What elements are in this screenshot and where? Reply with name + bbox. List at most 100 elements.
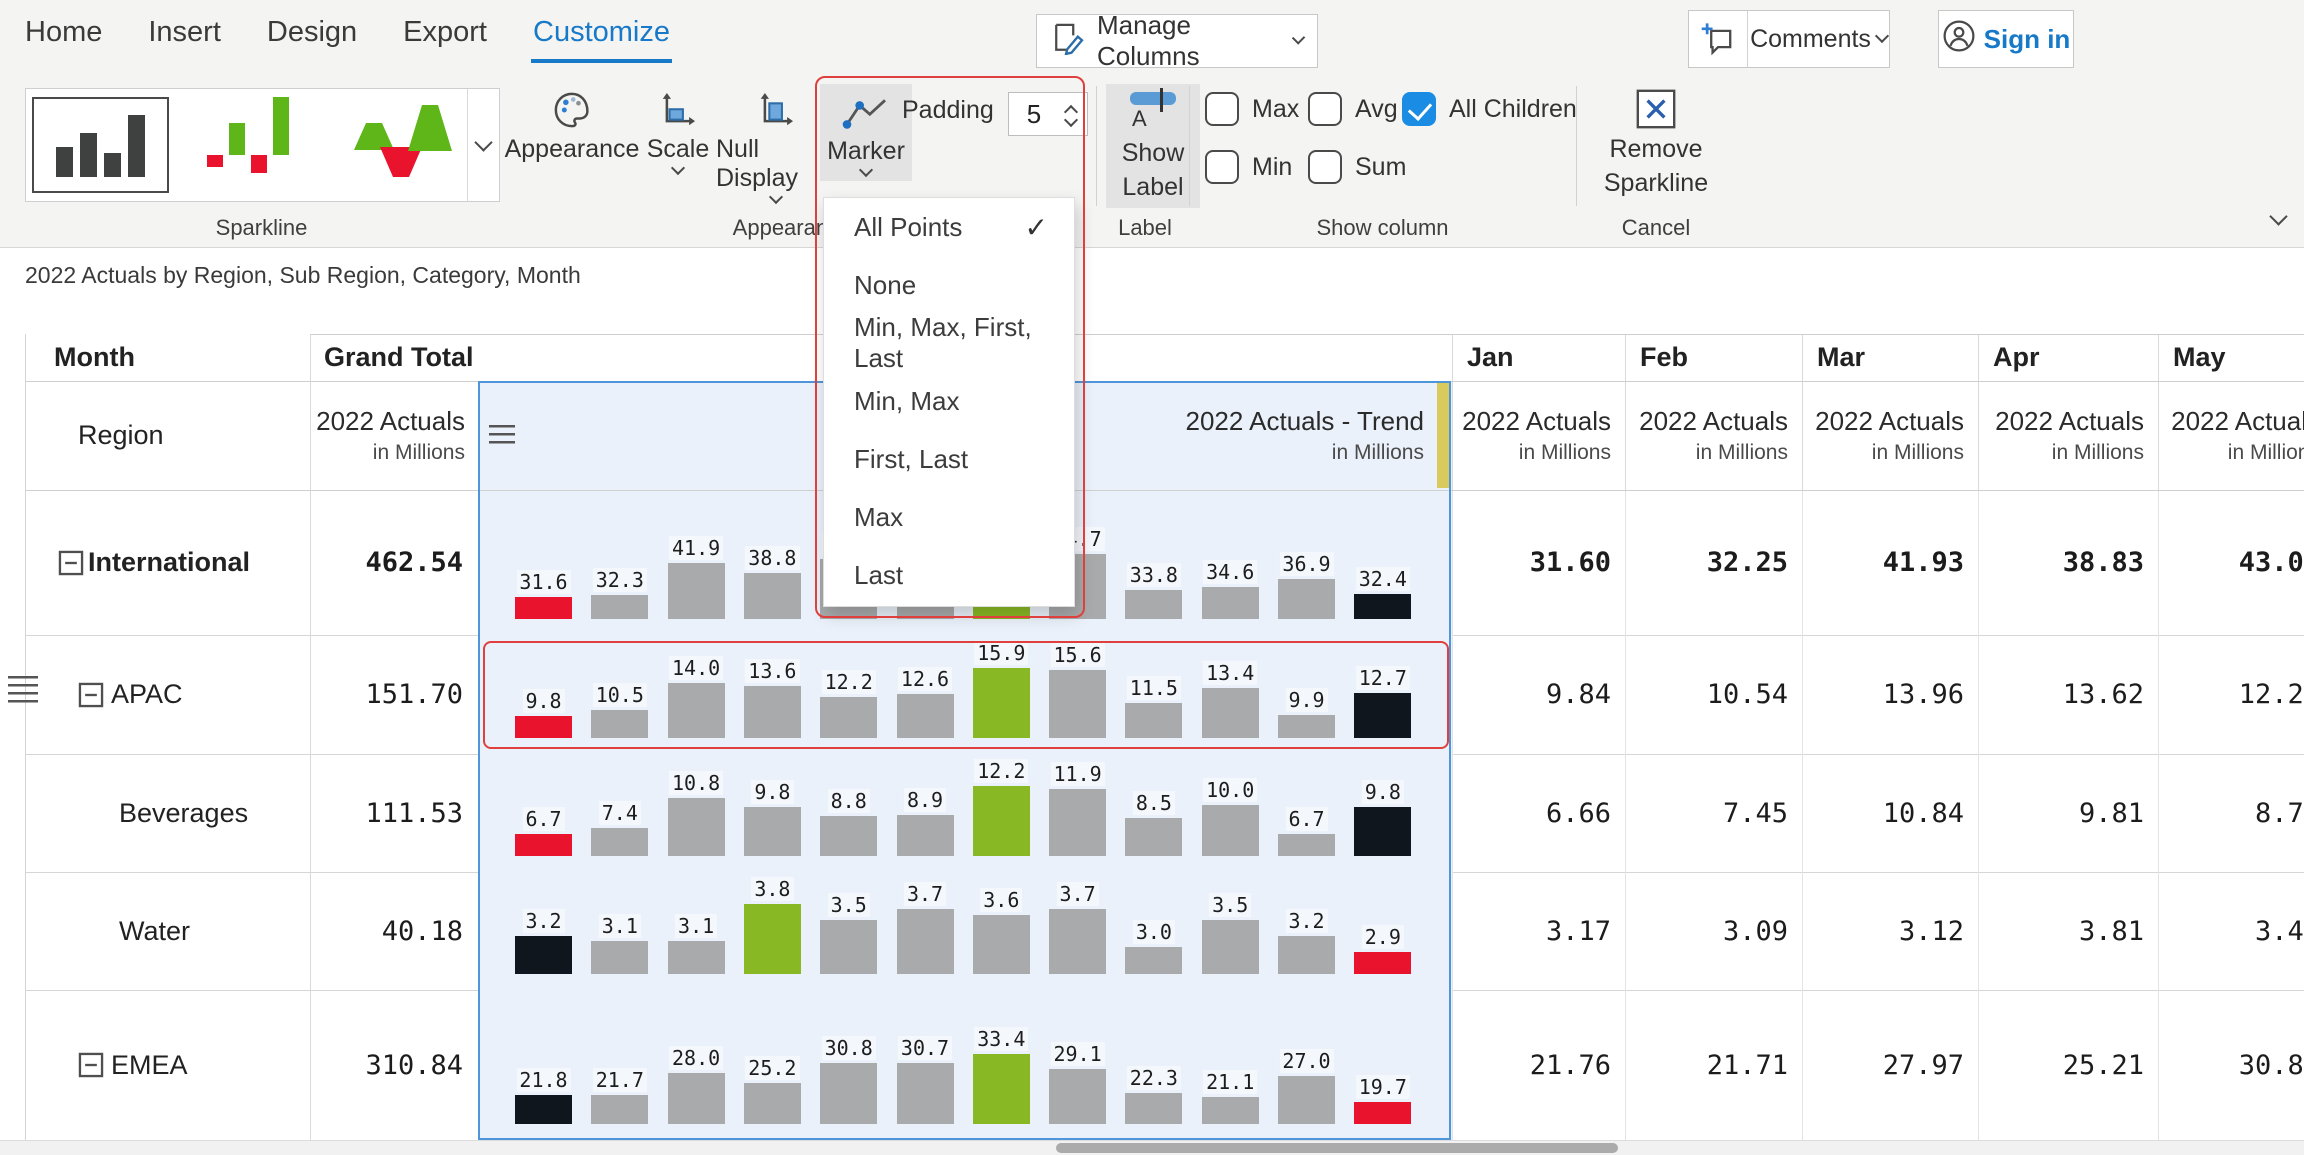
row-label-cell-emea[interactable]: EMEA [26,990,310,1140]
sparkline-bar [897,694,954,738]
tab-export[interactable]: Export [403,16,487,61]
padding-value[interactable]: 5 [1009,99,1059,130]
month-header-feb[interactable]: Feb [1625,334,1802,381]
bar-value-label: 38.8 [745,546,799,570]
null-display-button[interactable]: Null Display [716,86,836,202]
sparkline-bar [744,573,801,619]
row-label-cell-beverages[interactable]: Beverages [26,754,310,872]
show-label-button[interactable]: A Show Label [1106,84,1200,208]
row-label-cell-water[interactable]: Water [26,872,310,990]
tab-insert[interactable]: Insert [148,16,221,61]
manage-columns-button[interactable]: Manage Columns [1036,14,1318,68]
sparkline-gallery [25,88,500,202]
checkbox-max[interactable]: Max [1205,92,1299,126]
comments-button[interactable]: Comments [1688,10,1890,68]
menu-item-none[interactable]: None [824,256,1074,314]
sparkline-type-winloss[interactable] [181,97,318,193]
row-drag-handle-icon[interactable] [8,676,38,703]
menu-item-min-max-first-last[interactable]: Min, Max, First, Last [824,314,1074,372]
menu-item-min-max[interactable]: Min, Max [824,372,1074,430]
bar-value-label: 21.8 [516,1068,570,1092]
row-label: Water [119,916,190,947]
month-value: 30.84 [2239,1050,2304,1081]
month-header-jan[interactable]: Jan [1452,334,1625,381]
month-header-may[interactable]: May [2158,334,2304,381]
bar-value-label: 27.0 [1279,1049,1333,1073]
bar-value-label: 12.7 [1356,666,1410,690]
sparkline-cell-emea[interactable]: 21.821.728.025.230.830.733.429.122.321.1… [479,990,1452,1140]
month-header-mar[interactable]: Mar [1802,334,1978,381]
month-value: 41.93 [1883,547,1964,578]
bar-value-label: 13.4 [1203,661,1257,685]
sparkline-bar [1202,805,1259,856]
chevron-down-icon [1875,29,1889,43]
checkbox-box[interactable] [1205,150,1239,184]
manage-columns-label: Manage Columns [1097,10,1282,72]
scrollbar-thumb[interactable] [1056,1143,1618,1153]
checkbox-min[interactable]: Min [1205,150,1292,184]
manage-columns-icon [1051,21,1085,62]
month-value: 21.76 [1530,1050,1611,1081]
horizontal-scrollbar[interactable] [0,1140,2304,1155]
scale-button[interactable]: Scale [642,86,714,173]
appearance-button[interactable]: Appearance [512,86,632,164]
checkbox-avg[interactable]: Avg [1308,92,1398,126]
gallery-expand-button[interactable] [467,89,499,201]
menu-item-all-points[interactable]: All Points✓ [824,198,1074,256]
column-drag-handle-icon[interactable] [489,425,515,445]
sparkline-type-line-markers[interactable] [330,97,467,193]
month-value-cell: 6.66 [1452,754,1625,872]
bar-value-label: 10.5 [593,683,647,707]
marker-button[interactable]: Marker [820,84,912,181]
header-divider [26,381,2304,382]
sparkline-bar [744,686,801,738]
sparkline-cell-water[interactable]: 3.23.13.13.83.53.73.63.73.03.53.22.9 [479,872,1452,990]
menu-item-max[interactable]: Max [824,488,1074,546]
month-value: 9.81 [2079,798,2144,829]
padding-stepper[interactable]: 5 [1008,92,1088,136]
month-value-cell: 13.96 [1802,635,1978,754]
checkbox-sum[interactable]: Sum [1308,150,1406,184]
collapse-icon[interactable] [58,550,84,581]
bar-value-label: 19.7 [1356,1075,1410,1099]
sparkline-bar [820,816,877,856]
collapse-icon[interactable] [78,1052,104,1083]
tab-home[interactable]: Home [25,16,102,61]
month-header-apr[interactable]: Apr [1978,334,2158,381]
sparkline-cell-apac[interactable]: 9.810.514.013.612.212.615.915.611.513.49… [479,635,1452,754]
month-value: 21.71 [1707,1050,1788,1081]
checkbox-all-children[interactable]: All Children [1402,92,1577,126]
month-value-cell: 9.81 [1978,754,2158,872]
ribbon-collapse-button[interactable] [2272,210,2285,228]
ribbon-tabs: Home Insert Design Export Customize [25,16,670,61]
month-value: 3.12 [1899,916,1964,947]
row-label-cell-international[interactable]: International [26,490,310,635]
grand-total-value: 310.84 [365,1050,463,1081]
grand-total-measure-header: 2022 Actuals in Millions [310,381,479,490]
month-value: 13.96 [1883,679,1964,710]
remove-sparkline-button[interactable]: Remove Sparkline [1595,86,1717,198]
checkbox-box[interactable] [1205,92,1239,126]
tab-customize[interactable]: Customize [533,16,670,61]
sign-in-button[interactable]: Sign in [1938,10,2074,68]
month-value-cell: 38.83 [1978,490,2158,635]
month-value: 10.84 [1883,798,1964,829]
sparkline-cell-beverages[interactable]: 6.77.410.89.88.88.912.211.98.510.06.79.8 [479,754,1452,872]
menu-item-label: Max [854,502,903,533]
tab-design[interactable]: Design [267,16,357,61]
sparkline-type-column[interactable] [32,97,169,193]
collapse-icon[interactable] [78,682,104,713]
checkbox-box[interactable] [1402,92,1436,126]
sparkline-bar [1125,703,1182,738]
show-label-icon: A [1126,88,1180,134]
sparkline-bar [668,941,725,974]
checkbox-label: Avg [1355,95,1398,124]
month-value-cell: 9.84 [1452,635,1625,754]
menu-item-last[interactable]: Last [824,546,1074,604]
row-label-cell-apac[interactable]: APAC [26,635,310,754]
month-value: 32.25 [1707,547,1788,578]
checkbox-box[interactable] [1308,150,1342,184]
checkbox-box[interactable] [1308,92,1342,126]
menu-item-first-last[interactable]: First, Last [824,430,1074,488]
bar-value-label: 6.7 [522,807,564,831]
